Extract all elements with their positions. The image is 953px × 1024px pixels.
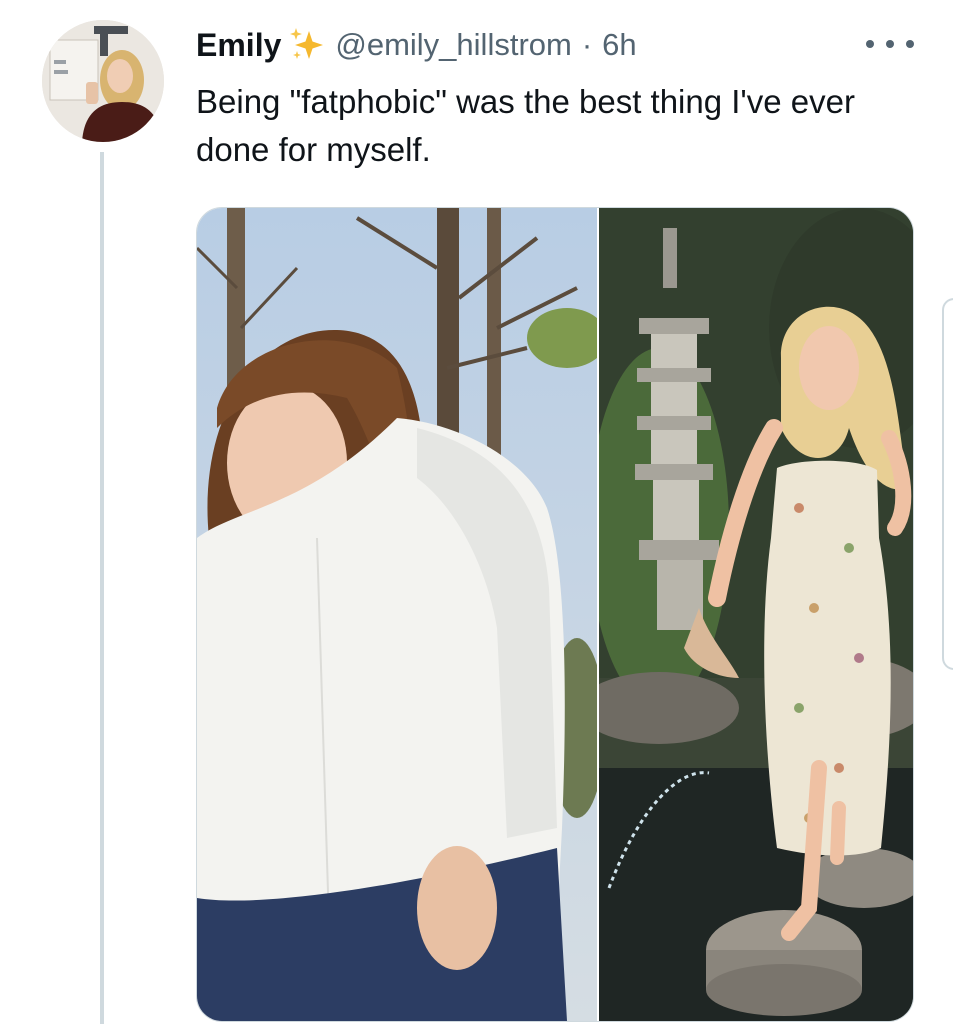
tweet-text: Being "fatphobic" was the best thing I'v…	[196, 83, 855, 168]
user-handle[interactable]: @emily_hillstrom	[335, 27, 571, 63]
scrollbar-track[interactable]	[942, 298, 953, 670]
display-name[interactable]: Emily	[196, 27, 281, 64]
separator-dot: ·	[581, 27, 593, 62]
photo-before-image	[197, 208, 597, 1021]
more-dot	[886, 40, 894, 48]
avatar-image	[42, 20, 164, 142]
sparkles-icon	[287, 25, 327, 65]
photo-before[interactable]	[197, 208, 597, 1021]
tweet-header: Emily @emily_hillstrom · 6h	[196, 22, 637, 68]
photo-after-image	[598, 208, 913, 1021]
user-avatar[interactable]	[42, 20, 164, 142]
tweet-card[interactable]: Emily @emily_hillstrom · 6h Being "fatph…	[0, 0, 953, 1024]
tweet-media[interactable]	[196, 207, 914, 1022]
more-dot	[866, 40, 874, 48]
thread-connector-line	[100, 152, 104, 1024]
more-options-icon[interactable]	[866, 34, 914, 54]
timestamp[interactable]: 6h	[602, 27, 636, 63]
more-dot	[906, 40, 914, 48]
photo-after[interactable]	[596, 208, 913, 1021]
